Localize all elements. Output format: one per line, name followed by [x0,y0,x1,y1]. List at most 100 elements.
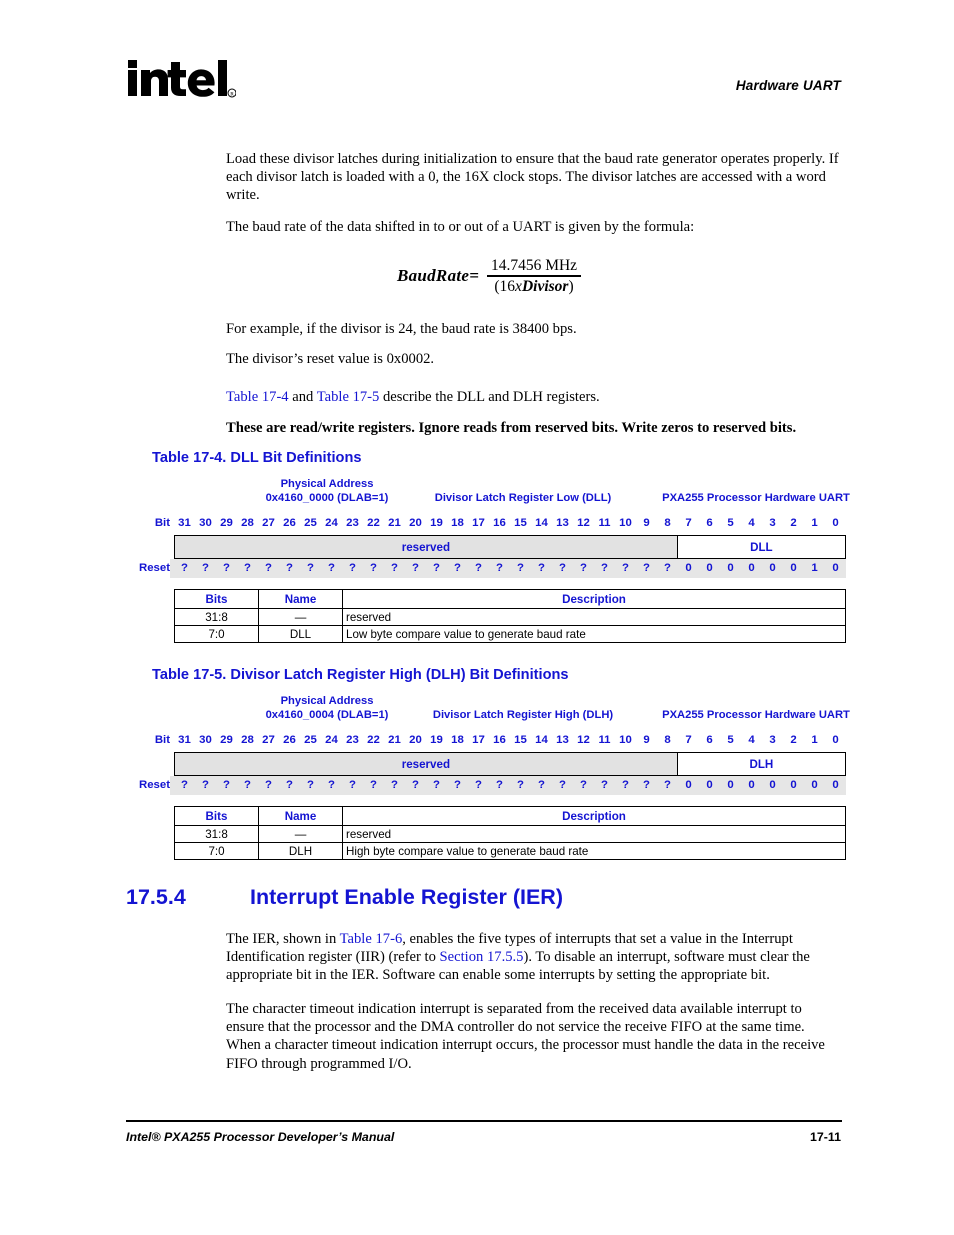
bit-cell-15: ? [496,562,503,574]
paragraph-text: The divisor’s reset value is 0x0002. [226,351,435,367]
bit-cell-0: 31 [178,734,191,746]
bit-cell-26: 0 [727,562,734,574]
bit-cell-18: ? [559,779,566,791]
bit-cell-23: 8 [664,517,671,529]
footer-page-number: 17-11 [809,1130,841,1144]
bit-cell-6: 25 [304,734,317,746]
note-read-write-registers: These are read/write registers. Ignore r… [226,419,842,437]
table-row: 31:8— reserved [174,608,846,626]
cell-description: Low byte compare value to generate baud … [342,625,846,643]
bit-cell-12: ? [433,562,440,574]
bit-cell-15: 16 [493,734,506,746]
bit-number-row: Bit 31 30 29 28 27 26 25 24 23 22 21 20 19 18 17 16 15 14… [126,514,846,533]
description-table-17-5: Bits Name Description 31:8— reserved 7:0 DL… [174,806,846,860]
bit-cell-20: ? [601,562,608,574]
paragraph-text: Load these divisor latches during initia… [226,151,839,204]
cell-bits: 7:0 [174,625,259,643]
header-description: Description [342,589,846,609]
bit-cell-0: ? [181,779,188,791]
bit-cell-5: 26 [283,517,296,529]
text-and: and [288,389,317,405]
bit-cell-23: 8 [664,734,671,746]
description-header-row: Bits Name Description [174,806,846,826]
register-header-17-4: Physical Address 0x4160_0000 (DLAB=1) Di… [126,478,850,512]
bit-cell-28: 0 [769,562,776,574]
bit-cell-21: 10 [619,734,632,746]
bit-cell-6: ? [307,562,314,574]
link-table-17-4[interactable]: Table 17-4 [226,389,289,405]
caption-table-17-5: Table 17-5. Divisor Latch Register High … [152,667,569,683]
bit-cell-30: 1 [811,734,818,746]
bit-cell-7: 24 [325,734,338,746]
reset-value-cells: ???????????????????????? 0 0 0 0 0 0 1 0 [174,559,846,578]
bit-cell-7: 24 [325,517,338,529]
bit-cell-29: 2 [790,734,797,746]
cell-name: — [258,608,343,626]
paragraph-load-divisor: Load these divisor latches during initia… [226,150,842,205]
bit-cell-2: 29 [220,517,233,529]
section-heading-17-5-4: 17.5.4 Interrupt Enable Register (IER) [126,885,563,910]
svg-text:R: R [230,91,234,97]
field-row: reserved DLL [174,535,846,559]
register-field-reserved: reserved [175,753,678,775]
bit-cell-11: 20 [409,734,422,746]
header-bits: Bits [174,806,259,826]
formula-fraction: 14.7456 MHz (16xDivisor) [486,258,582,295]
bit-cell-21: ? [622,779,629,791]
paragraph-baud-formula-intro: The baud rate of the data shifted in to … [226,218,842,236]
bit-cell-28: 3 [769,734,776,746]
bit-cell-11: 20 [409,517,422,529]
bit-cell-21: 10 [619,517,632,529]
link-table-17-5[interactable]: Table 17-5 [317,389,380,405]
section-number: 17.5.4 [126,885,186,909]
section-title: Interrupt Enable Register (IER) [250,885,563,909]
bit-cell-24: 0 [685,779,692,791]
register-bit-table-17-5: Bit 31 30 29 28 27 26 25 24 23 22 21 20 19 18 17 16 15 14… [126,731,846,795]
register-field-reserved: reserved [175,536,678,558]
bit-cell-19: 12 [577,517,590,529]
paragraph-example: For example, if the divisor is 24, the b… [226,320,842,338]
bit-cell-7: ? [328,779,335,791]
bit-cell-20: 11 [598,517,611,529]
cell-bits: 7:0 [174,842,259,860]
cell-bits: 31:8 [174,608,259,626]
register-field-dlh: DLH [677,753,845,775]
field-row: reserved DLH [174,752,846,776]
bit-cell-9: ? [370,562,377,574]
bit-cell-27: 0 [748,779,755,791]
bit-cell-13: 18 [451,734,464,746]
bit-cell-26: 0 [727,779,734,791]
bit-cell-4: 27 [262,517,275,529]
bit-number-row: Bit 31 30 29 28 27 26 25 24 23 22 21 20 19 18 17 16 15 14… [126,731,846,750]
bit-cell-3: 28 [241,734,254,746]
bit-cell-1: ? [202,779,209,791]
physical-address-label: Physical Address [280,478,374,490]
bit-cell-24: 0 [685,562,692,574]
bit-cell-9: 22 [367,517,380,529]
link-table-17-6[interactable]: Table 17-6 [340,931,403,947]
bit-cell-6: ? [307,779,314,791]
register-header-17-5: Physical Address 0x4160_0004 (DLAB=1) Di… [126,695,850,729]
bit-cell-19: ? [580,562,587,574]
bit-cell-25: 0 [706,779,713,791]
bit-cell-0: 31 [178,517,191,529]
denominator-times: x [515,277,522,295]
bit-cell-16: ? [517,562,524,574]
denominator-divisor: Divisor [521,277,569,295]
bit-cell-25: 6 [706,734,713,746]
cell-description: reserved [342,608,846,626]
caption-table-17-4: Table 17-4. DLL Bit Definitions [152,450,362,466]
bit-cell-12: 19 [430,734,443,746]
bit-cell-22: ? [643,562,650,574]
formula-lhs: BaudRate [396,266,470,285]
bit-cell-31: 0 [832,779,839,791]
document-page: R Hardware UART Load these divisor latch… [0,0,954,1235]
link-section-17-5-5[interactable]: Section 17.5.5 [440,949,524,965]
bit-cell-22: 9 [643,517,650,529]
bit-cell-31: 0 [832,562,839,574]
register-bit-table-17-4: Bit 31 30 29 28 27 26 25 24 23 22 21 20 19 18 17 16 15 14… [126,514,846,578]
bit-cell-29: 0 [790,562,797,574]
bit-cell-13: ? [454,562,461,574]
bit-cell-4: ? [265,562,272,574]
bit-cell-9: 22 [367,734,380,746]
